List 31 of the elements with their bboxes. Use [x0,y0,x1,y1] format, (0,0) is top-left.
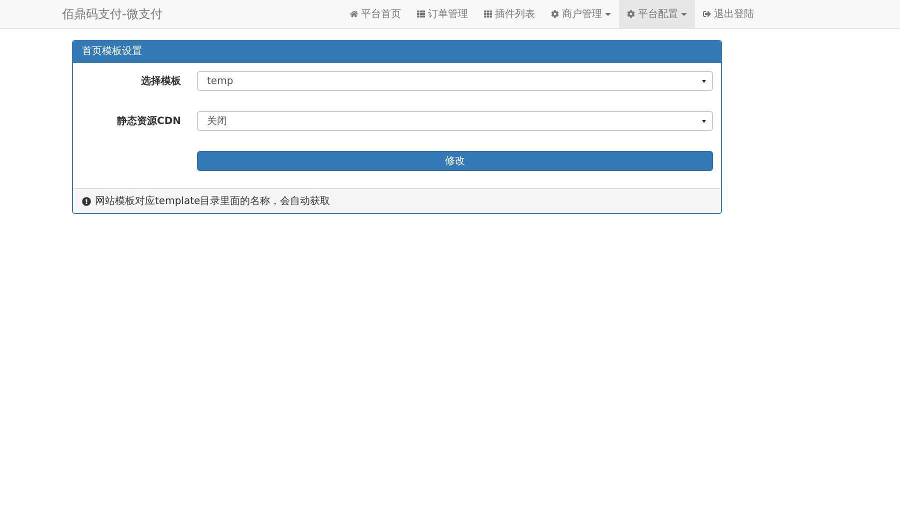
field-label: 选择模板 [140,74,181,88]
select-field[interactable]: temp [197,71,713,91]
nav-label: 插件列表 [495,8,535,21]
nav-label: 平台首页 [361,8,401,21]
caret-icon [605,12,611,16]
panel-title: 首页模板设置 [73,41,721,63]
home-icon [350,10,358,18]
nav-link[interactable]: 退出登陆 [695,0,762,28]
caret-icon [702,120,706,122]
nav-label: 平台配置 [638,8,678,21]
nav-label: 商户管理 [562,8,602,21]
select-field[interactable]: 关闭 [197,111,713,131]
nav-label: 订单管理 [428,8,468,21]
settings-icon [551,10,559,18]
field-label: 静态资源CDN [116,114,181,128]
brand-title[interactable]: 佰鼎码支付-微支付 [62,6,162,22]
list-icon [417,10,425,18]
submit-button[interactable]: 修改 [197,151,713,171]
footer-note: 网站模板对应template目录里面的名称，会自动获取 [95,194,330,208]
caret-icon [681,12,687,16]
info-icon [82,196,91,206]
grid-icon [484,10,492,18]
settings-icon [627,10,635,18]
nav-link[interactable]: 平台首页 [342,0,409,28]
nav-link[interactable]: 商户管理 [543,0,619,28]
nav-label: 退出登陆 [714,8,754,21]
nav-link[interactable]: 订单管理 [409,0,476,28]
nav-link[interactable]: 平台配置 [619,0,695,28]
nav-link[interactable]: 插件列表 [476,0,543,28]
logout-icon [703,10,711,18]
caret-icon [702,80,706,82]
